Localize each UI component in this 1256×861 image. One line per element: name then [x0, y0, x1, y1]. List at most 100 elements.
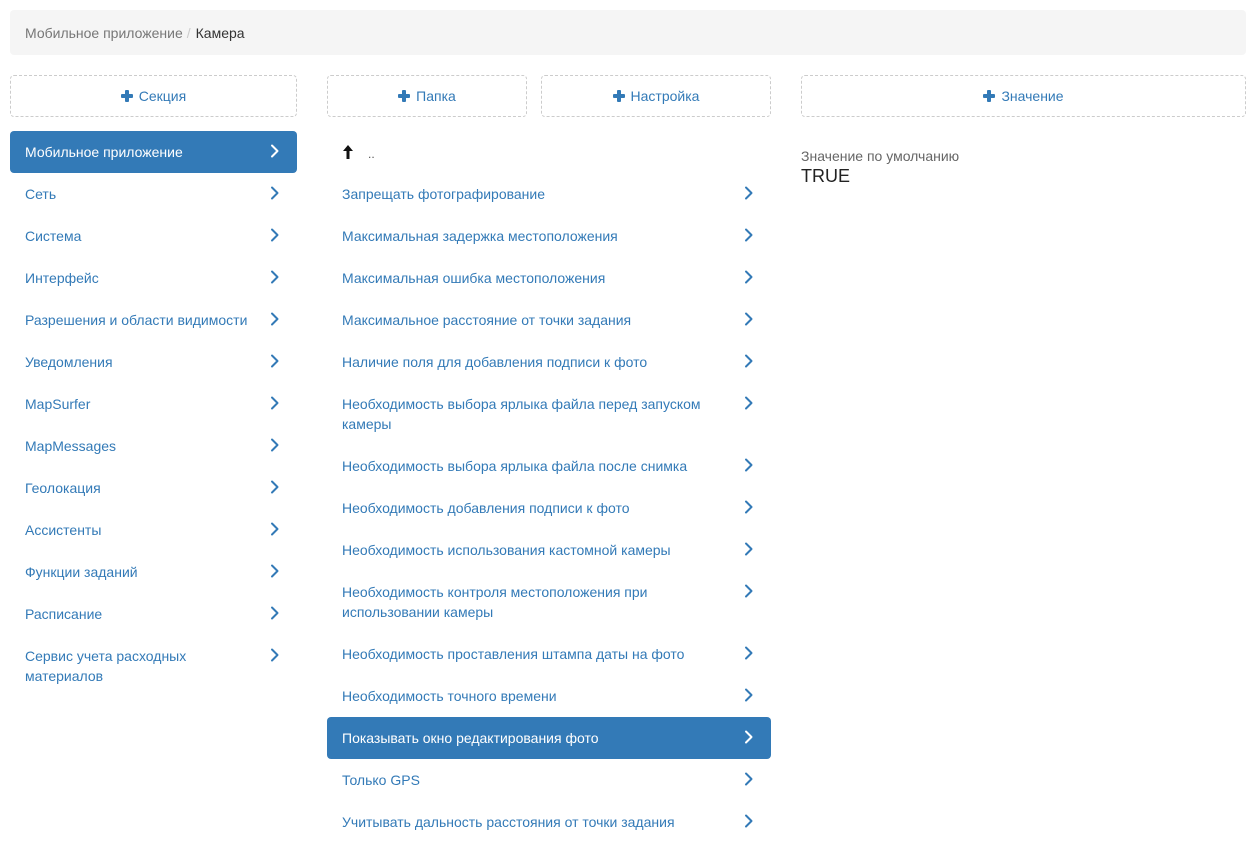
chevron-right-icon	[742, 769, 756, 789]
section-item[interactable]: Система	[10, 215, 297, 257]
chevron-right-icon	[742, 811, 756, 831]
chevron-right-icon	[268, 267, 282, 287]
setting-item[interactable]: Необходимость точного времени	[327, 675, 771, 717]
section-item[interactable]: Уведомления	[10, 341, 297, 383]
add-value-label: Значение	[1001, 88, 1064, 104]
add-section-button[interactable]: Секция	[10, 75, 297, 117]
section-item-label: Сервис учета расходных материалов	[25, 648, 187, 684]
setting-item-label: Учитывать дальность расстояния от точки …	[342, 814, 675, 830]
section-item-label: Система	[25, 228, 82, 244]
setting-item[interactable]: Показывать окно редактирования фото	[327, 717, 771, 759]
section-item[interactable]: Мобильное приложение	[10, 131, 297, 173]
chevron-right-icon	[268, 603, 282, 623]
setting-item-label: Необходимость контроля местоположения пр…	[342, 584, 648, 620]
sections-list: Мобильное приложение Сеть Система Интерфейс…	[10, 131, 297, 697]
plus-icon	[983, 90, 996, 102]
add-value-button[interactable]: Значение	[801, 75, 1246, 117]
setting-item-label: Необходимость выбора ярлыка файла перед …	[342, 396, 701, 432]
setting-item[interactable]: Максимальная задержка местоположения	[327, 215, 771, 257]
chevron-right-icon	[742, 267, 756, 287]
setting-item-label: Запрещать фотографирование	[342, 186, 546, 202]
add-folder-label: Папка	[416, 88, 456, 104]
section-item[interactable]: Геолокация	[10, 467, 297, 509]
setting-item[interactable]: Максимальная ошибка местоположения	[327, 257, 771, 299]
section-item[interactable]: MapMessages	[10, 425, 297, 467]
breadcrumb-item-current: Камера	[195, 24, 245, 41]
breadcrumb: Мобильное приложение / Камера	[10, 10, 1246, 55]
add-setting-label: Настройка	[630, 88, 700, 104]
default-value: TRUE	[801, 166, 850, 186]
chevron-right-icon	[268, 477, 282, 497]
setting-item[interactable]: Необходимость выбора ярлыка файла после …	[327, 445, 771, 487]
chevron-right-icon	[742, 351, 756, 371]
chevron-right-icon	[742, 455, 756, 475]
setting-item-label: Только GPS	[342, 772, 420, 788]
section-item-label: Функции заданий	[25, 564, 138, 580]
chevron-right-icon	[742, 685, 756, 705]
plus-icon	[120, 90, 133, 102]
section-item[interactable]: Интерфейс	[10, 257, 297, 299]
section-item-label: Геолокация	[25, 480, 101, 496]
section-item[interactable]: Сервис учета расходных материалов	[10, 635, 297, 697]
section-item-label: Мобильное приложение	[25, 144, 183, 160]
setting-item[interactable]: Запрещать фотографирование	[327, 173, 771, 215]
setting-item-label: Показывать окно редактирования фото	[342, 730, 599, 746]
setting-item[interactable]: Необходимость контроля местоположения пр…	[327, 571, 771, 633]
setting-item-label: Необходимость проставления штампа даты н…	[342, 646, 685, 662]
setting-item-label: Максимальная ошибка местоположения	[342, 270, 606, 286]
settings-list: .. Запрещать фотографирование Максимальна…	[327, 131, 771, 843]
chevron-right-icon	[268, 393, 282, 413]
navigate-up-item[interactable]: ..	[327, 131, 771, 173]
default-value-label: Значение по умолчанию	[801, 148, 960, 164]
chevron-right-icon	[742, 643, 756, 663]
section-item-label: Интерфейс	[25, 270, 99, 286]
section-item[interactable]: Расписание	[10, 593, 297, 635]
section-item-label: Расписание	[25, 606, 103, 622]
section-item-label: MapSurfer	[25, 396, 91, 412]
setting-item-label: Необходимость точного времени	[342, 688, 557, 704]
setting-item[interactable]: Учитывать дальность расстояния от точки …	[327, 801, 771, 843]
setting-item[interactable]: Максимальное расстояние от точки задания	[327, 299, 771, 341]
chevron-right-icon	[268, 645, 282, 665]
chevron-right-icon	[742, 497, 756, 517]
chevron-right-icon	[268, 519, 282, 539]
section-item-label: Уведомления	[25, 354, 113, 370]
section-item[interactable]: Ассистенты	[10, 509, 297, 551]
section-item[interactable]: MapSurfer	[10, 383, 297, 425]
section-item-label: Ассистенты	[25, 522, 102, 538]
breadcrumb-separator: /	[186, 24, 191, 41]
chevron-right-icon	[268, 561, 282, 581]
chevron-right-icon	[742, 309, 756, 329]
navigate-up-label: ..	[368, 147, 375, 161]
add-folder-button[interactable]: Папка	[327, 75, 527, 117]
chevron-right-icon	[268, 141, 282, 161]
chevron-right-icon	[742, 393, 756, 413]
chevron-right-icon	[742, 183, 756, 203]
setting-item[interactable]: Только GPS	[327, 759, 771, 801]
setting-item[interactable]: Необходимость проставления штампа даты н…	[327, 633, 771, 675]
add-setting-button[interactable]: Настройка	[541, 75, 771, 117]
section-item-label: Сеть	[25, 186, 57, 202]
add-section-label: Секция	[138, 88, 187, 104]
section-item[interactable]: Сеть	[10, 173, 297, 215]
breadcrumb-item-parent[interactable]: Мобильное приложение	[25, 25, 183, 41]
plus-icon	[612, 90, 625, 102]
chevron-right-icon	[742, 727, 756, 747]
chevron-right-icon	[268, 435, 282, 455]
chevron-right-icon	[268, 225, 282, 245]
section-item[interactable]: Функции заданий	[10, 551, 297, 593]
setting-item[interactable]: Необходимость добавления подписи к фото	[327, 487, 771, 529]
chevron-right-icon	[742, 539, 756, 559]
setting-item[interactable]: Наличие поля для добавления подписи к фо…	[327, 341, 771, 383]
setting-item-label: Необходимость использования кастомной ка…	[342, 542, 671, 558]
setting-item[interactable]: Необходимость выбора ярлыка файла перед …	[327, 383, 771, 445]
setting-item[interactable]: Необходимость использования кастомной ка…	[327, 529, 771, 571]
setting-item-label: Необходимость добавления подписи к фото	[342, 500, 630, 516]
setting-item-label: Максимальное расстояние от точки задания	[342, 312, 632, 328]
section-item[interactable]: Разрешения и области видимости	[10, 299, 297, 341]
value-panel: Значение по умолчанию TRUE	[801, 148, 959, 187]
chevron-right-icon	[268, 351, 282, 371]
chevron-right-icon	[268, 183, 282, 203]
chevron-right-icon	[742, 225, 756, 245]
chevron-right-icon	[742, 581, 756, 601]
